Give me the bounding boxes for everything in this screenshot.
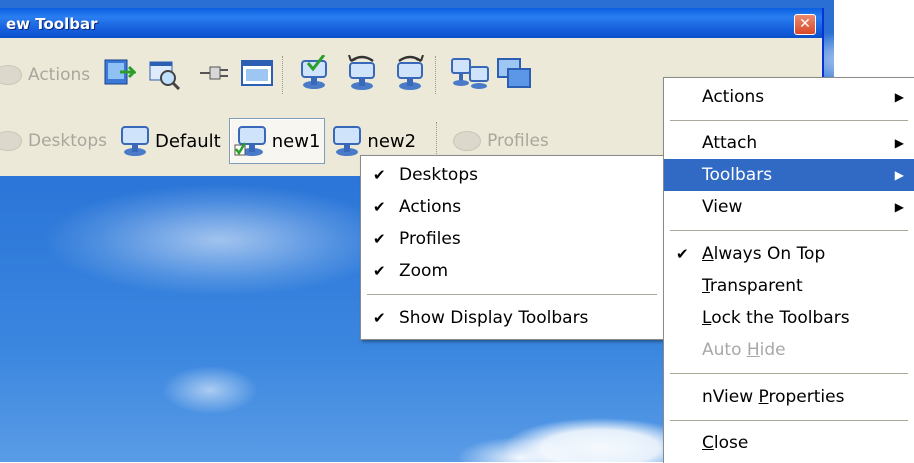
- desktop-label: new2: [367, 130, 417, 152]
- title-bar[interactable]: ew Toolbar ✕: [0, 8, 822, 38]
- menu-item-label: Zoom: [399, 261, 449, 281]
- menu-item-auto-hide: Auto Hide: [664, 334, 914, 366]
- check-icon: ✔: [373, 166, 386, 184]
- toolbar-separator: [435, 56, 438, 94]
- menu-item-label: Actions: [399, 197, 462, 217]
- submenu-arrow-icon: ▶: [894, 168, 904, 182]
- submenu-item-actions[interactable]: ✔ Actions: [361, 191, 663, 223]
- menu-item-label: Always On Top: [702, 244, 826, 264]
- zoom-window-icon[interactable]: [146, 56, 182, 94]
- menu-item-close[interactable]: Close: [664, 427, 914, 459]
- menu-item-view[interactable]: View ▶: [664, 191, 914, 223]
- monitor-check-icon[interactable]: [297, 54, 331, 95]
- menu-item-label: Toolbars: [702, 165, 773, 185]
- desktop-monitor-icon: [331, 121, 363, 161]
- profiles-toolbar-handle[interactable]: Profiles: [453, 131, 549, 151]
- desktop-monitor-active-icon: [234, 121, 268, 161]
- desktop-button-default[interactable]: Default: [119, 121, 221, 161]
- menu-item-label: Close: [702, 433, 749, 453]
- check-icon: ✔: [373, 262, 386, 280]
- menu-separator: [670, 373, 908, 374]
- menu-item-attach[interactable]: Attach ▶: [664, 127, 914, 159]
- check-icon: ✔: [676, 245, 689, 263]
- menu-item-label: Lock the Toolbars: [702, 308, 850, 328]
- desktops-toolbar-icon: [0, 131, 22, 151]
- menu-item-nview-properties[interactable]: nView Properties: [664, 381, 914, 413]
- submenu-item-show-display-toolbars[interactable]: ✔ Show Display Toolbars: [361, 302, 663, 334]
- menu-separator: [670, 230, 908, 231]
- monitor-rotate-left-icon[interactable]: [345, 54, 379, 95]
- menu-item-transparent[interactable]: Transparent: [664, 270, 914, 302]
- actions-toolbar-handle[interactable]: Actions: [0, 65, 90, 85]
- desktop-button-new1[interactable]: new1: [228, 118, 326, 164]
- cascade-windows-icon[interactable]: [496, 57, 532, 93]
- desktop-monitor-icon: [119, 121, 151, 161]
- menu-item-actions[interactable]: Actions ▶: [664, 81, 914, 113]
- context-menu: Actions ▶ Attach ▶ Toolbars ▶ View ▶ ✔ A…: [663, 77, 914, 463]
- desktop-label: Default: [154, 130, 221, 152]
- menu-item-label: Actions: [702, 87, 765, 107]
- menu-item-label: nView Properties: [702, 387, 845, 407]
- submenu-item-desktops[interactable]: ✔ Desktops: [361, 159, 663, 191]
- menu-item-label: Profiles: [399, 229, 461, 249]
- submenu-item-profiles[interactable]: ✔ Profiles: [361, 223, 663, 255]
- check-icon: ✔: [373, 309, 386, 327]
- check-icon: ✔: [373, 230, 386, 248]
- submenu-item-zoom[interactable]: ✔ Zoom: [361, 255, 663, 287]
- menu-item-lock-toolbars[interactable]: Lock the Toolbars: [664, 302, 914, 334]
- actions-toolbar-label: Actions: [28, 65, 91, 85]
- multi-monitor-icon[interactable]: [450, 55, 490, 95]
- submenu-arrow-icon: ▶: [894, 200, 904, 214]
- menu-item-always-on-top[interactable]: ✔ Always On Top: [664, 238, 914, 270]
- menu-item-label: Show Display Toolbars: [399, 308, 589, 328]
- toolbars-submenu: ✔ Desktops ✔ Actions ✔ Profiles ✔ Zoom ✔…: [360, 155, 664, 340]
- menu-separator: [670, 420, 908, 421]
- desktop-label: new1: [271, 130, 321, 152]
- menu-item-label: Desktops: [399, 165, 478, 185]
- submenu-arrow-icon: ▶: [894, 136, 904, 150]
- close-button[interactable]: ✕: [794, 14, 816, 35]
- profiles-toolbar-label: Profiles: [487, 131, 549, 151]
- desktops-toolbar-handle[interactable]: Desktops: [0, 131, 107, 151]
- menu-item-label: Transparent: [702, 276, 803, 296]
- submenu-arrow-icon: ▶: [894, 90, 904, 104]
- desktops-toolbar-label: Desktops: [28, 131, 107, 151]
- menu-separator: [367, 294, 657, 295]
- menu-item-label: Auto Hide: [702, 340, 786, 360]
- check-icon: ✔: [373, 198, 386, 216]
- toolbar-separator: [282, 56, 285, 94]
- menu-item-label: View: [702, 197, 743, 217]
- move-window-icon[interactable]: [102, 56, 138, 94]
- actions-toolbar-icon: [0, 65, 22, 85]
- connector-icon[interactable]: [198, 58, 232, 92]
- window-title: ew Toolbar: [6, 15, 98, 33]
- menu-item-label: Attach: [702, 133, 758, 153]
- monitor-rotate-right-icon[interactable]: [393, 54, 427, 95]
- menu-separator: [670, 120, 908, 121]
- window-span-icon[interactable]: [240, 57, 274, 93]
- profiles-toolbar-icon: [453, 131, 482, 151]
- menu-item-toolbars[interactable]: Toolbars ▶: [664, 159, 914, 191]
